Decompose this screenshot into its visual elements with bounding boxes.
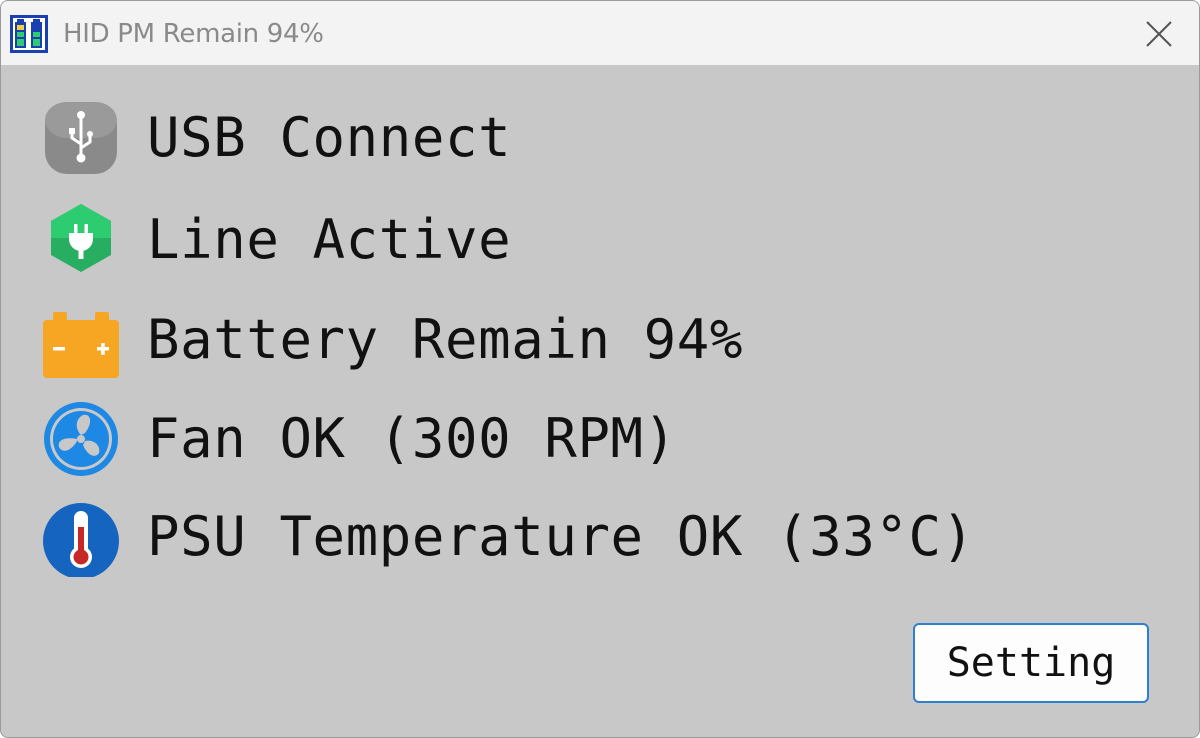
usb-status-label: USB Connect xyxy=(147,106,512,169)
window-title: HID PM Remain 94% xyxy=(63,19,324,49)
thermometer-icon xyxy=(41,497,121,579)
app-battery-icon xyxy=(10,15,48,53)
status-row-fan: Fan OK (300 RPM) xyxy=(1,392,1001,482)
usb-icon xyxy=(41,98,121,178)
battery-icon xyxy=(41,300,121,380)
app-window: HID PM Remain 94% USB Connect Line Activ… xyxy=(0,0,1200,738)
fan-status-label: Fan OK (300 RPM) xyxy=(147,407,677,470)
status-row-battery: Battery Remain 94% xyxy=(1,293,1001,383)
temperature-status-label: PSU Temperature OK (33°C) xyxy=(147,505,975,568)
fan-icon xyxy=(41,399,121,479)
status-panel: USB Connect Line Active Battery Remain 9… xyxy=(1,65,1199,737)
status-row-usb: USB Connect xyxy=(1,91,1001,181)
line-status-label: Line Active xyxy=(147,208,512,271)
close-button[interactable] xyxy=(1119,1,1199,65)
status-row-temperature: PSU Temperature OK (33°C) xyxy=(1,490,1001,580)
battery-status-label: Battery Remain 94% xyxy=(147,308,743,371)
title-bar[interactable]: HID PM Remain 94% xyxy=(1,1,1199,65)
close-icon xyxy=(1146,21,1172,47)
setting-button[interactable]: Setting xyxy=(913,623,1149,703)
plug-icon xyxy=(41,200,121,280)
status-row-line: Line Active xyxy=(1,193,1001,283)
